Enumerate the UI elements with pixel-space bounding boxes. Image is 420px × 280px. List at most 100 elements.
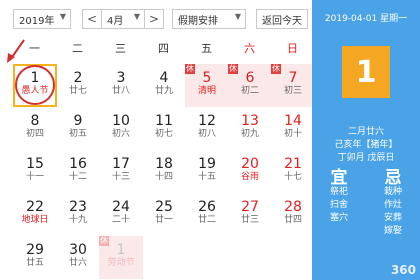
chevron-down-icon: ▼ [59, 12, 66, 21]
lunar-label: 十五 [197, 172, 216, 182]
ganzhi-year: 己亥年【猪年】 [334, 140, 398, 150]
holiday-tag: 休 [185, 64, 195, 74]
day-number: 8 [30, 113, 40, 129]
day-number: 25 [155, 199, 173, 215]
day-cell[interactable]: 19 十五 [185, 150, 229, 193]
holiday-select[interactable]: 假期安排 ▼ [172, 9, 246, 29]
lunar-label: 初五 [68, 129, 87, 139]
yi-item: 塞穴 [329, 213, 348, 223]
day-number: 18 [155, 156, 173, 172]
lunar-label: 清明 [197, 86, 216, 96]
day-cell[interactable]: 18 十四 [142, 150, 186, 193]
ji-list: 栽种 作灶 安葬 嫁娶 [373, 186, 413, 238]
big-day-number: 1 [342, 46, 390, 98]
day-cell[interactable]: 8 初四 [13, 107, 57, 150]
today-circle [15, 65, 55, 105]
day-cell[interactable]: 26 廿二 [185, 193, 229, 236]
lunar-label: 初十 [283, 129, 302, 139]
day-number: 17 [112, 156, 130, 172]
yi-item: 扫舍 [329, 200, 348, 210]
lunar-label: 初三 [283, 86, 302, 96]
day-cell[interactable]: 10 初六 [99, 107, 143, 150]
holiday-tag: 休 [228, 64, 238, 74]
day-number: 11 [155, 113, 173, 129]
day-cell[interactable]: 30 廿六 [56, 236, 100, 279]
lunar-label: 初七 [154, 129, 173, 139]
day-cell[interactable]: 4 廿九 [142, 64, 186, 107]
chevron-down-icon: ▼ [234, 12, 241, 21]
day-cell[interactable]: 休 5 清明 [185, 64, 229, 107]
day-cell[interactable]: 休 7 初三 [271, 64, 315, 107]
day-number: 21 [284, 156, 302, 172]
prev-month-button[interactable]: < [82, 9, 102, 29]
day-cell[interactable]: 14 初十 [271, 107, 315, 150]
lunar-label: 十二 [68, 172, 87, 182]
today-button[interactable]: 返回今天 [256, 9, 308, 29]
day-cell[interactable]: 22 地球日 [13, 193, 57, 236]
day-detail-panel: 2019-04-01 星期一 1 二月廿六 己亥年【猪年】 丁卯月 戊辰日 宜 … [312, 0, 420, 280]
watermark-logo: 360 [390, 263, 416, 277]
ji-item: 安葬 [383, 213, 402, 223]
day-number: 3 [116, 70, 126, 86]
day-cell[interactable]: 24 二十 [99, 193, 143, 236]
day-number: 30 [69, 242, 87, 258]
day-number: 15 [26, 156, 44, 172]
day-cell[interactable]: 23 十九 [56, 193, 100, 236]
day-number: 12 [198, 113, 216, 129]
holiday-tag: 休 [271, 64, 281, 74]
day-cell[interactable]: 休 1 劳动节 [99, 236, 143, 279]
day-cell[interactable]: 13 初九 [228, 107, 272, 150]
lunar-label: 廿三 [240, 215, 259, 225]
day-number: 28 [284, 199, 302, 215]
lunar-label: 谷雨 [240, 172, 259, 182]
lunar-label: 廿八 [111, 86, 130, 96]
day-cell[interactable]: 21 十七 [271, 150, 315, 193]
next-month-button[interactable]: > [144, 9, 164, 29]
month-select-value: 4月 [107, 15, 124, 27]
day-cell[interactable]: 2 廿七 [56, 64, 100, 107]
day-cell[interactable]: 27 廿三 [228, 193, 272, 236]
lunar-label: 初八 [197, 129, 216, 139]
day-cell[interactable]: 16 十二 [56, 150, 100, 193]
day-number: 2 [73, 70, 83, 86]
day-number: 10 [112, 113, 130, 129]
arrow-pointer-icon [7, 39, 25, 63]
day-cell[interactable]: 20 谷雨 [228, 150, 272, 193]
lunar-label: 十一 [25, 172, 44, 182]
lunar-label: 十七 [283, 172, 302, 182]
lunar-label: 劳动节 [107, 258, 135, 268]
day-cell[interactable]: 9 初五 [56, 107, 100, 150]
lunar-label: 廿九 [154, 86, 173, 96]
day-cell[interactable]: 11 初七 [142, 107, 186, 150]
day-cell[interactable]: 15 十一 [13, 150, 57, 193]
day-number: 9 [73, 113, 83, 129]
day-cell[interactable]: 17 十三 [99, 150, 143, 193]
yi-item: 祭祀 [329, 187, 348, 197]
weekday-label: 二 [72, 42, 83, 55]
day-cell[interactable]: 3 廿八 [99, 64, 143, 107]
day-cell[interactable]: 12 初八 [185, 107, 229, 150]
day-number: 14 [284, 113, 302, 129]
day-cell[interactable]: 25 廿一 [142, 193, 186, 236]
day-number: 23 [69, 199, 87, 215]
weekday-label: 六 [244, 42, 255, 55]
year-select[interactable]: 2019年 ▼ [13, 9, 71, 29]
lunar-label: 廿五 [25, 258, 44, 268]
lunar-label: 廿四 [283, 215, 302, 225]
year-select-value: 2019年 [19, 15, 55, 27]
lunar-label: 十九 [68, 215, 87, 225]
lunar-label: 初二 [240, 86, 259, 96]
lunar-label: 初四 [25, 129, 44, 139]
weekday-label: 三 [115, 42, 126, 55]
day-cell[interactable]: 28 廿四 [271, 193, 315, 236]
day-cell[interactable]: 29 廿五 [13, 236, 57, 279]
yi-title: 宜 [330, 168, 348, 188]
lunar-label: 廿六 [68, 258, 87, 268]
weekday-label: 日 [287, 42, 298, 55]
day-number: 24 [112, 199, 130, 215]
month-select[interactable]: 4月 ▼ [101, 9, 145, 29]
lunar-label: 二十 [111, 215, 130, 225]
day-number: 22 [26, 199, 44, 215]
lunar-label: 廿一 [154, 215, 173, 225]
day-cell[interactable]: 休 6 初二 [228, 64, 272, 107]
